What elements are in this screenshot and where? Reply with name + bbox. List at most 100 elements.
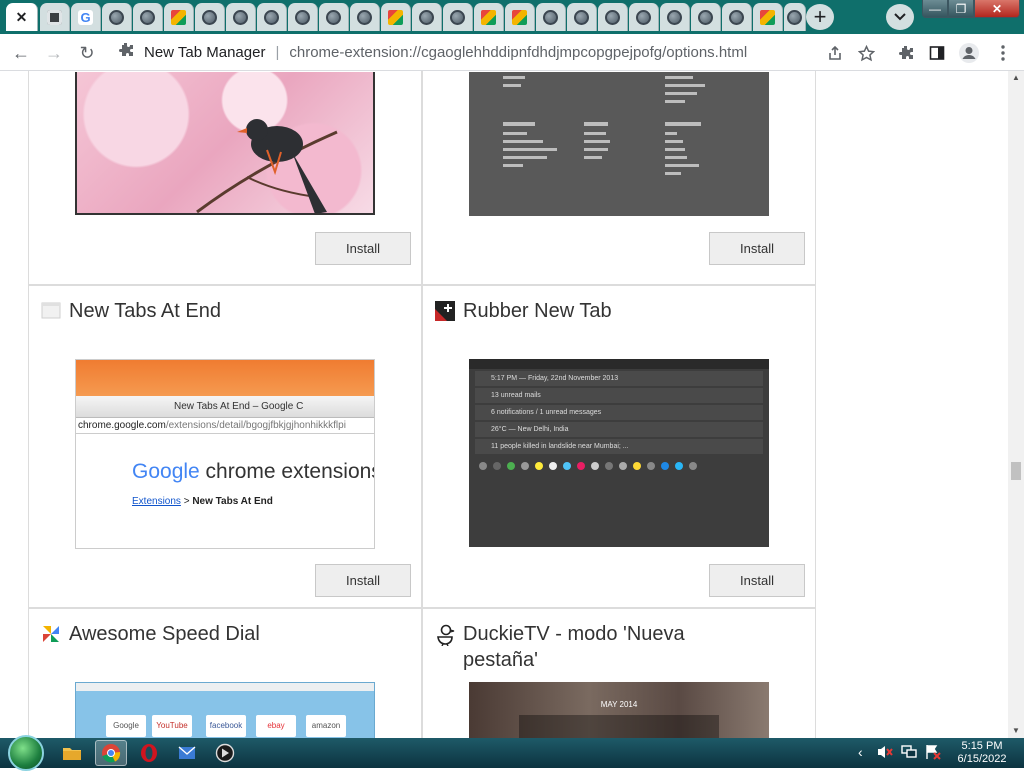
puzzle-icon	[118, 42, 140, 62]
rubber-new-tab-screenshot: 5:17 PM — Friday, 22nd November 2013 13 …	[469, 359, 769, 547]
taskbar-clock[interactable]: 5:15 PM 6/15/2022	[950, 740, 1014, 766]
card-title: Awesome Speed Dial	[41, 621, 260, 647]
screenshot-brand: Google chrome extensions	[132, 460, 375, 483]
side-panel-button[interactable]	[924, 40, 950, 66]
tab[interactable]	[784, 3, 806, 31]
news-icon	[171, 9, 186, 25]
url-text[interactable]: chrome-extension://cgaoglehhddipnfdhdjmp…	[289, 44, 747, 61]
tab[interactable]	[288, 3, 318, 31]
tab[interactable]	[195, 3, 225, 31]
share-button[interactable]	[822, 40, 848, 66]
duck-icon	[435, 624, 455, 647]
tab[interactable]	[226, 3, 256, 31]
bookmark-button[interactable]	[853, 40, 879, 66]
reload-button[interactable]: ↻	[74, 40, 100, 66]
globe-icon	[698, 9, 713, 25]
tab[interactable]	[350, 3, 380, 31]
card-title-text: DuckieTV - modo 'Nueva pestaña'	[463, 623, 685, 671]
tab[interactable]	[40, 3, 70, 31]
news-icon	[512, 9, 527, 25]
tab[interactable]	[443, 3, 473, 31]
scroll-down-arrow-icon[interactable]: ▼	[1008, 724, 1024, 738]
tab[interactable]	[660, 3, 690, 31]
install-button[interactable]: Install	[709, 232, 805, 265]
tab-search-button[interactable]	[886, 4, 914, 30]
tab[interactable]	[722, 3, 752, 31]
taskbar-app-explorer[interactable]	[56, 740, 88, 766]
screenshot-topbar	[469, 359, 769, 369]
taskbar-app-opera[interactable]	[133, 740, 165, 766]
menu-button[interactable]	[990, 40, 1016, 66]
install-button[interactable]: Install	[709, 564, 805, 597]
globe-icon	[450, 9, 465, 25]
taskbar-app-outlook[interactable]	[171, 740, 203, 766]
tab[interactable]	[102, 3, 132, 31]
maximize-button[interactable]: ❐	[948, 0, 974, 18]
back-button[interactable]: ←	[8, 40, 34, 66]
news-icon	[481, 9, 496, 25]
screenshot-row: 6 notifications / 1 unread messages	[475, 405, 763, 420]
profile-button[interactable]	[956, 40, 982, 66]
screenshot-row: 11 people killed in landslide near Mumba…	[475, 439, 763, 454]
extensions-button[interactable]	[893, 40, 919, 66]
screenshot-header	[76, 360, 374, 396]
windows-taskbar: ‹ 5:15 PM 6/15/2022	[0, 735, 1024, 771]
puzzle-icon	[899, 46, 913, 59]
card-title: Rubber New Tab	[435, 298, 612, 324]
card-title: New Tabs At End	[41, 298, 221, 324]
tab[interactable]	[133, 3, 163, 31]
tab[interactable]	[412, 3, 442, 31]
globe-icon	[636, 9, 651, 25]
tab[interactable]	[629, 3, 659, 31]
minimize-button[interactable]: —	[922, 0, 948, 18]
tab[interactable]	[474, 3, 504, 31]
address-bar[interactable]: New Tab Manager | chrome-extension://cga…	[110, 37, 890, 67]
tab[interactable]	[164, 3, 194, 31]
bird-image	[196, 119, 338, 213]
page-viewport: Install Install New Tabs At End New Tabs…	[0, 71, 1008, 738]
tab[interactable]	[567, 3, 597, 31]
tab[interactable]	[505, 3, 535, 31]
globe-icon	[419, 9, 434, 25]
scroll-up-arrow-icon[interactable]: ▲	[1008, 71, 1024, 85]
globe-icon	[233, 9, 248, 25]
speed-tile: amazon	[306, 715, 346, 737]
volume-muted-icon[interactable]	[876, 744, 894, 763]
app-list-image	[503, 76, 705, 175]
window-close-button[interactable]: ✕	[974, 0, 1020, 18]
scrollbar-thumb[interactable]	[1011, 462, 1021, 480]
tab[interactable]	[257, 3, 287, 31]
tab-active[interactable]: ✕	[6, 3, 38, 31]
globe-icon	[605, 9, 620, 25]
tab[interactable]	[598, 3, 628, 31]
tab[interactable]: G	[71, 3, 101, 31]
tray-expand-arrow[interactable]: ‹	[858, 744, 863, 760]
tab[interactable]	[381, 3, 411, 31]
globe-icon	[357, 9, 372, 25]
forward-button[interactable]: →	[41, 40, 67, 66]
globe-icon	[729, 9, 744, 25]
screenshot-row: 5:17 PM — Friday, 22nd November 2013	[475, 371, 763, 386]
speed-tile: YouTube	[152, 715, 192, 737]
tab[interactable]	[753, 3, 783, 31]
network-icon[interactable]	[900, 744, 918, 763]
tab[interactable]	[319, 3, 349, 31]
install-button[interactable]: Install	[315, 564, 411, 597]
tab[interactable]	[691, 3, 721, 31]
action-center-icon[interactable]	[924, 744, 942, 763]
taskbar-app-chrome[interactable]	[95, 740, 127, 766]
share-icon	[829, 45, 841, 60]
page-scrollbar[interactable]: ▲ ▼	[1008, 71, 1024, 738]
screenshot-calendar	[519, 715, 719, 738]
new-tab-button[interactable]: +	[806, 4, 834, 30]
screenshot-topbar	[76, 683, 374, 691]
start-button[interactable]	[8, 735, 44, 771]
tab[interactable]	[536, 3, 566, 31]
install-button[interactable]: Install	[315, 232, 411, 265]
new-tabs-at-end-screenshot: New Tabs At End – Google C chrome.google…	[75, 359, 375, 549]
pinwheel-icon	[41, 624, 61, 644]
close-icon[interactable]: ✕	[16, 9, 28, 26]
screenshot-caption: MAY 2014	[600, 700, 638, 709]
duckietv-screenshot: MAY 2014	[469, 682, 769, 738]
taskbar-app-media-player[interactable]	[209, 740, 241, 766]
